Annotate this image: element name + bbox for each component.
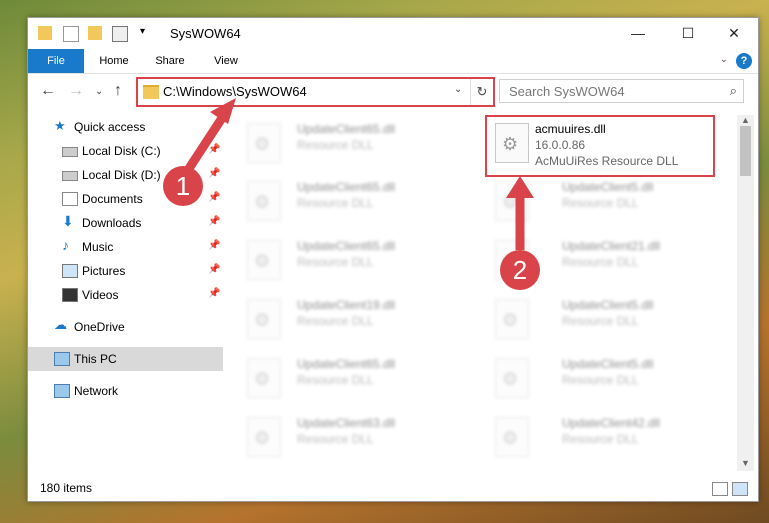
step-1-badge: 1 bbox=[163, 166, 203, 206]
arrow-1-head bbox=[210, 98, 236, 124]
arrow-2-head bbox=[506, 176, 534, 198]
annotation-arrows bbox=[184, 98, 534, 250]
arrow-1-shaft bbox=[184, 115, 226, 173]
step-2-badge: 2 bbox=[500, 250, 540, 290]
